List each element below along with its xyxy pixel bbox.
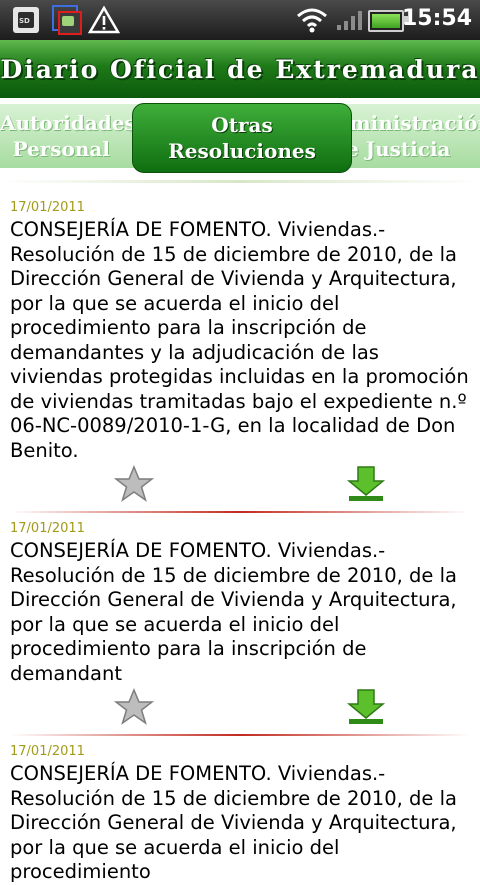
warning-icon: [87, 5, 121, 39]
status-time: 15:54: [401, 6, 472, 31]
sd-card-icon: SD: [13, 7, 39, 33]
wifi-icon: [296, 6, 328, 38]
tab-otras-resoluciones[interactable]: Otras Resoluciones: [132, 103, 352, 173]
item-actions: [10, 463, 470, 509]
market-notification-icon: [52, 5, 82, 35]
resolution-list: 17/01/2011 CONSEJERÍA DE FOMENTO. Vivien…: [0, 192, 480, 885]
battery-icon: [368, 10, 408, 32]
tab-active-line1: Otras: [211, 113, 273, 137]
list-item[interactable]: 17/01/2011 CONSEJERÍA DE FOMENTO. Vivien…: [0, 200, 480, 509]
tab-right-line2: de Justicia: [332, 137, 451, 161]
app-title-bar: Diario Oficial de Extremadura: [0, 40, 480, 98]
app-title: Diario Oficial de Extremadura: [0, 54, 480, 84]
tab-left-line2: Personal: [12, 137, 110, 161]
sd-card-label: SD: [19, 17, 30, 25]
list-item[interactable]: 17/01/2011 CONSEJERÍA DE FOMENTO. Vivien…: [0, 744, 480, 885]
list-separator: [10, 511, 470, 513]
download-arrow-icon[interactable]: [346, 688, 386, 726]
item-text: CONSEJERÍA DE FOMENTO. Viviendas.- Resol…: [10, 762, 457, 883]
tab-left-line1: Autoridades y: [0, 111, 155, 135]
section-tab-strip: Autoridades y Personal Administración de…: [0, 100, 480, 174]
item-actions: [10, 686, 470, 732]
item-date: 17/01/2011: [10, 744, 85, 759]
download-arrow-icon[interactable]: [346, 465, 386, 503]
list-separator: [10, 734, 470, 736]
item-date: 17/01/2011: [10, 200, 85, 215]
star-icon[interactable]: [113, 465, 155, 503]
tab-active-line2: Resoluciones: [168, 139, 316, 163]
item-text: CONSEJERÍA DE FOMENTO. Viviendas.- Resol…: [10, 218, 469, 462]
tab-strip-divider: [0, 180, 480, 183]
item-text: CONSEJERÍA DE FOMENTO. Viviendas.- Resol…: [10, 539, 457, 685]
list-item[interactable]: 17/01/2011 CONSEJERÍA DE FOMENTO. Vivien…: [0, 521, 480, 732]
signal-strength-icon: [336, 9, 364, 35]
item-date: 17/01/2011: [10, 521, 85, 536]
status-bar: SD 15:54: [0, 0, 480, 40]
star-icon[interactable]: [113, 688, 155, 726]
